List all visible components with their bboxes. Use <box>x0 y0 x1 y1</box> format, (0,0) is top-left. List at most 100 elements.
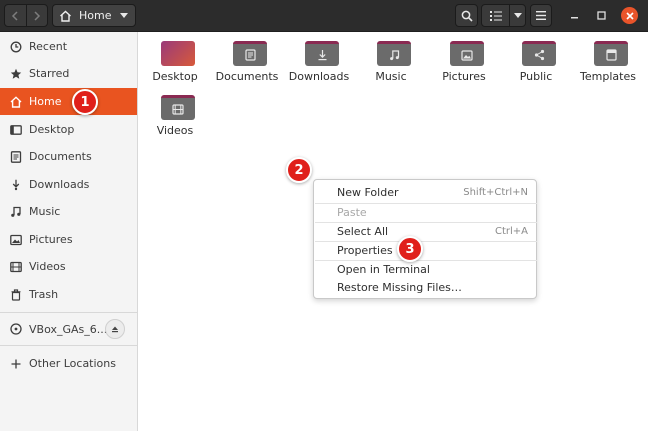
clock-icon <box>10 41 22 53</box>
close-button[interactable] <box>621 7 638 24</box>
sidebar-item-label: Videos <box>29 260 66 273</box>
sidebar-item-downloads[interactable]: Downloads <box>0 171 137 198</box>
menu-item-restore-missing-files[interactable]: Restore Missing Files… <box>314 278 536 297</box>
step-badge: 2 <box>286 157 312 183</box>
forward-button[interactable] <box>25 5 48 26</box>
back-button[interactable] <box>5 5 26 26</box>
menu-item-select-all[interactable]: Select All Ctrl+A <box>314 222 536 241</box>
search-button[interactable] <box>455 4 478 27</box>
folder-icon <box>377 38 411 66</box>
file-item-downloads[interactable]: Downloads <box>283 32 355 86</box>
file-item-videos[interactable]: Videos <box>139 86 211 140</box>
sidebar-item-home[interactable]: Home <box>0 88 137 115</box>
sidebar-item-label: Trash <box>29 288 59 301</box>
menu-item-label: Open in Terminal <box>337 263 430 276</box>
header-bar: Home <box>0 0 648 32</box>
sidebar-item-pictures[interactable]: Pictures <box>0 226 137 253</box>
trash-icon <box>10 288 22 301</box>
sidebar-item-trash[interactable]: Trash <box>0 281 137 308</box>
file-item-public[interactable]: Public <box>500 32 572 86</box>
context-menu: New Folder Shift+Ctrl+N Paste Select All… <box>313 179 537 299</box>
file-item-pictures[interactable]: Pictures <box>428 32 500 86</box>
home-icon <box>60 10 71 22</box>
minimize-button[interactable] <box>566 7 583 24</box>
folder-icon <box>161 92 195 120</box>
sidebar-item-other-locations[interactable]: Other Locations <box>0 350 137 377</box>
menu-item-paste: Paste <box>314 203 536 222</box>
sidebar-item-label: Other Locations <box>29 357 116 370</box>
folder-icon <box>594 38 628 66</box>
sidebar-item-label: Downloads <box>29 178 90 191</box>
minimize-icon <box>571 17 578 19</box>
sidebar-item-label: Documents <box>29 150 92 163</box>
chevron-down-icon <box>120 13 128 18</box>
menu-item-label: Paste <box>337 206 367 219</box>
file-item-desktop[interactable]: Desktop <box>139 32 211 86</box>
folder-icon <box>522 38 556 66</box>
file-item-documents[interactable]: Documents <box>211 32 283 86</box>
file-label: Public <box>519 70 553 83</box>
desktop-icon <box>10 124 22 136</box>
sidebar-item-documents[interactable]: Documents <box>0 143 137 170</box>
home-icon <box>10 95 22 108</box>
music-icon <box>10 206 22 218</box>
list-view-icon <box>489 11 502 21</box>
disc-icon <box>10 323 22 335</box>
sidebar-item-label: Music <box>29 205 61 218</box>
menu-item-label: New Folder <box>337 186 399 199</box>
chevron-left-icon <box>12 10 18 21</box>
menu-item-shortcut: Shift+Ctrl+N <box>463 187 528 198</box>
menu-item-shortcut: Ctrl+A <box>494 226 528 237</box>
file-item-templates[interactable]: Templates <box>572 32 644 86</box>
picture-icon <box>10 234 22 246</box>
sidebar-item-music[interactable]: Music <box>0 198 137 225</box>
sidebar-item-videos[interactable]: Videos <box>0 253 137 280</box>
file-label: Music <box>375 70 407 83</box>
sidebar-divider <box>0 312 137 313</box>
file-label: Desktop <box>152 70 198 83</box>
sidebar-item-label: Home <box>29 95 62 108</box>
maximize-icon <box>597 11 606 20</box>
menu-item-new-folder[interactable]: New Folder Shift+Ctrl+N <box>314 183 536 202</box>
hamburger-icon <box>536 11 546 20</box>
file-label: Downloads <box>288 70 350 83</box>
menu-item-label: Select All <box>337 225 389 238</box>
sidebar-item-label: Starred <box>29 67 70 80</box>
star-icon <box>10 68 22 80</box>
download-icon <box>10 179 22 191</box>
file-label: Videos <box>156 124 194 137</box>
plus-icon <box>10 358 22 370</box>
step-badge: 3 <box>397 236 423 262</box>
sidebar-item-desktop[interactable]: Desktop <box>0 116 137 143</box>
sidebar-divider <box>0 345 137 346</box>
file-label: Pictures <box>442 70 486 83</box>
document-icon <box>244 49 257 61</box>
path-bar-home[interactable]: Home <box>52 4 136 27</box>
video-icon <box>10 261 22 273</box>
menu-item-open-in-terminal[interactable]: Open in Terminal <box>314 260 536 279</box>
video-icon <box>172 103 185 115</box>
menu-item-label: Restore Missing Files… <box>337 281 462 294</box>
menu-button[interactable] <box>530 4 552 27</box>
file-item-music[interactable]: Music <box>355 32 427 86</box>
folder-icon <box>305 38 339 66</box>
sidebar-item-label: VBox_GAs_6.... <box>29 322 111 336</box>
document-icon <box>10 150 22 163</box>
sidebar-item-device[interactable]: VBox_GAs_6.... <box>0 315 137 343</box>
sidebar-item-starred[interactable]: Starred <box>0 60 137 87</box>
menu-item-properties[interactable]: Properties <box>314 241 536 260</box>
view-options-button[interactable] <box>509 5 525 26</box>
download-icon <box>316 49 329 61</box>
close-icon <box>625 11 634 20</box>
eject-icon[interactable] <box>105 319 125 339</box>
share-icon <box>533 49 546 61</box>
picture-icon <box>461 49 474 61</box>
search-icon <box>461 10 473 22</box>
sidebar: Recent Starred Home Desktop Documents Do… <box>0 32 138 431</box>
maximize-button[interactable] <box>593 7 610 24</box>
sidebar-item-label: Pictures <box>29 233 73 246</box>
sidebar-item-label: Recent <box>29 40 68 53</box>
sidebar-item-recent[interactable]: Recent <box>0 33 137 60</box>
list-view-button[interactable] <box>482 5 509 26</box>
folder-icon <box>161 38 195 66</box>
